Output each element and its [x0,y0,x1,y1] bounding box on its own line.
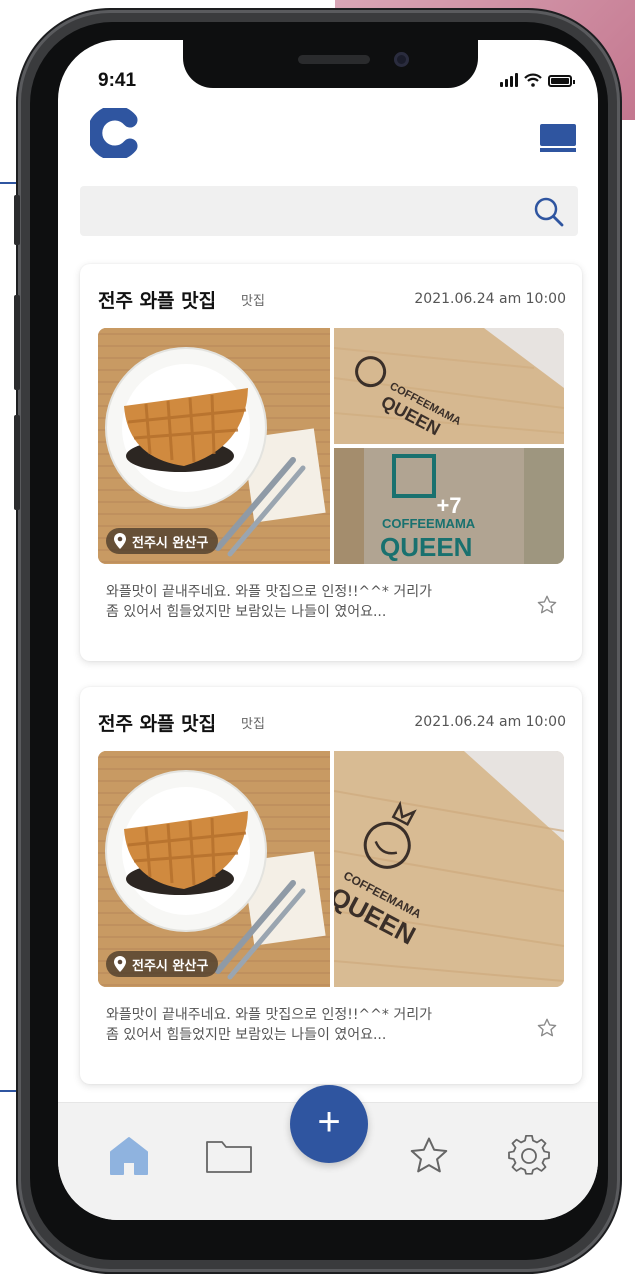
location-pin-icon [114,956,126,972]
tab-settings[interactable] [504,1131,554,1181]
post-photo-cafe-sign[interactable]: COFFEEMAMA QUEEN [334,328,564,444]
status-time: 9:41 [98,70,137,91]
star-icon [410,1137,448,1173]
post-body: 와플맛이 끝내주네요. 와플 맛집으로 인정!!^^* 거리가 좀 있어서 힘들… [106,582,516,622]
location-badge: 전주시 완산구 [106,528,219,554]
post-card[interactable]: 전주 와플 맛집 맛집 2021.06.24 am 10:00 전주시 완산구 … [80,687,582,1084]
menu-button[interactable] [540,124,576,152]
cafe-sign-illustration: COFFEEMAMA QUEEN [334,751,564,987]
post-title: 전주 와플 맛집 [98,713,217,735]
post-photo-waffle[interactable]: 전주시 완산구 [98,751,330,987]
menu-icon [540,124,576,146]
wifi-icon [524,73,542,87]
camera-icon [394,52,409,67]
search-input[interactable] [94,186,514,236]
tab-favorites[interactable] [404,1131,454,1181]
phone-side-button [14,415,20,510]
search-bar [80,186,578,236]
status-icons [500,73,575,87]
signal-icon [500,73,518,87]
post-category-tag: 맛집 [241,294,265,309]
speaker-grille [298,55,370,64]
post-category-tag: 맛집 [241,717,265,732]
post-photo-waffle[interactable]: 전주시 완산구 [98,328,330,564]
location-badge: 전주시 완산구 [106,951,219,977]
location-pin-icon [114,533,126,549]
location-label: 전주시 완산구 [132,535,209,551]
battery-icon [548,75,575,87]
location-label: 전주시 완산구 [132,958,209,974]
tab-home[interactable] [104,1131,154,1181]
post-body-line: 좀 있어서 힘들었지만 보람있는 나들이 였어요... [106,604,387,620]
star-icon[interactable] [536,1017,558,1039]
phone-side-button [14,295,20,390]
cafe-sign-illustration: COFFEEMAMA QUEEN [334,328,564,444]
menu-icon-bar [540,148,576,152]
post-date: 2021.06.24 am 10:00 [414,291,566,307]
folder-icon [206,1141,252,1173]
post-body-line: 와플맛이 끝내주네요. 와플 맛집으로 인정!!^^* 거리가 [106,1007,432,1023]
app-screen: 9:41 전주 와플 맛집 맛집 2021.06.24 am 10:00 전주시… [58,40,598,1220]
post-body-line: 와플맛이 끝내주네요. 와플 맛집으로 인정!!^^* 거리가 [106,584,432,600]
post-body-line: 좀 있어서 힘들었지만 보람있는 나들이 였어요... [106,1027,387,1043]
tab-folder[interactable] [204,1131,254,1181]
more-photos-count: +7 [334,448,564,564]
post-photo-cafe-sign[interactable]: COFFEEMAMA QUEEN [334,751,564,987]
post-date: 2021.06.24 am 10:00 [414,714,566,730]
phone-side-button [14,195,20,245]
add-icon: + [317,1100,341,1144]
add-post-button[interactable]: + [290,1085,368,1163]
post-body: 와플맛이 끝내주네요. 와플 맛집으로 인정!!^^* 거리가 좀 있어서 힘들… [106,1005,516,1045]
home-icon [110,1137,148,1175]
phone-notch [183,40,478,88]
gear-icon [508,1134,550,1175]
app-logo[interactable] [90,108,138,158]
post-photo-more[interactable]: COFFEEMAMA QUEEN +7 [334,448,564,564]
search-icon[interactable] [532,195,566,229]
post-photo-gallery[interactable]: 전주시 완산구 COFFEEMAMA QUEEN [98,328,564,564]
post-card[interactable]: 전주 와플 맛집 맛집 2021.06.24 am 10:00 전주시 완산구 … [80,264,582,661]
post-title: 전주 와플 맛집 [98,290,217,312]
star-icon[interactable] [536,594,558,616]
post-photo-gallery[interactable]: 전주시 완산구 COFFEEMAMA QUEEN [98,751,564,987]
